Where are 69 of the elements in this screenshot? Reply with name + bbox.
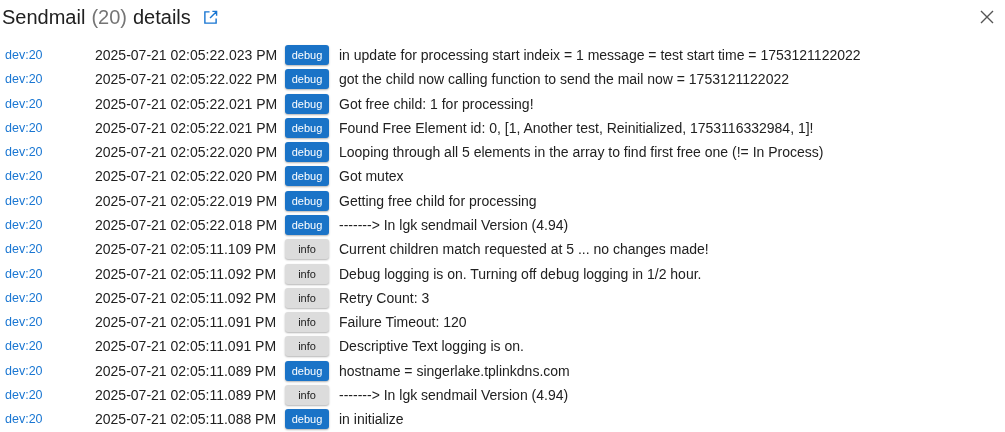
log-message: in update for processing start indeix = 1 message = test start time = 1753121122022 [339,47,861,64]
level-badge: info [285,287,329,308]
log-message: Failure Timeout: 120 [339,314,467,331]
timestamp: 2025-07-21 02:05:11.091 PM [95,338,278,355]
timestamp: 2025-07-21 02:05:11.092 PM [95,289,278,306]
level-badge: debug [285,45,329,66]
device-link[interactable]: dev:20 [0,339,95,354]
log-message: Looping through all 5 elements in the array to find first free one (!= In Process) [339,144,824,161]
level-badge: info [285,384,329,405]
log-message: got the child now calling function to send the mail now = 1753121122022 [339,71,789,88]
level-badge: debug [285,215,329,235]
device-link[interactable]: dev:20 [0,266,95,281]
log-message: Got free child: 1 for processing! [339,95,534,112]
level-badge: debug [285,190,329,211]
level-badge: info [285,312,329,333]
device-link[interactable]: dev:20 [0,315,95,330]
level-badge: debug [285,166,329,187]
timestamp: 2025-07-21 02:05:22.020 PM [95,168,279,185]
log-message: Descriptive Text logging is on. [339,338,524,355]
device-link[interactable]: dev:20 [0,387,95,402]
log-message: Getting free child for processing [339,192,537,209]
timestamp: 2025-07-21 02:05:11.092 PM [95,265,278,282]
timestamp: 2025-07-21 02:05:11.089 PM [95,386,278,403]
log-message: Current children match requested at 5 ... no changes made! [339,241,709,258]
log-message: -------> In lgk sendmail Version (4.94) [339,217,569,233]
device-link[interactable]: dev:20 [0,242,95,257]
level-badge: debug [285,69,329,90]
log-message: in initialize [339,411,404,428]
log-count: (20) [91,5,127,29]
level-badge: info [285,336,329,357]
level-badge: debug [285,93,329,114]
log-message: hostname = singerlake.tplinkdns.com [339,362,570,379]
timestamp: 2025-07-21 02:05:11.089 PM [95,362,278,379]
timestamp: 2025-07-21 02:05:11.091 PM [95,314,278,331]
close-icon[interactable] [980,10,994,24]
timestamp: 2025-07-21 02:05:22.020 PM [95,144,279,161]
level-badge: info [285,239,329,260]
log-message: -------> In lgk sendmail Version (4.94) [339,386,569,403]
device-link[interactable]: dev:20 [0,96,95,111]
device-link[interactable]: dev:20 [0,412,95,427]
level-badge: debug [285,117,329,138]
log-message: Debug logging is on. Turning off debug logging in 1/2 hour. [339,265,702,282]
timestamp: 2025-07-21 02:05:22.021 PM [95,119,279,136]
dialog-title-suffix: details [132,5,191,29]
device-link[interactable]: dev:20 [0,363,95,378]
device-link[interactable]: dev:20 [0,145,95,160]
timestamp: 2025-07-21 02:05:22.023 PM [95,47,279,64]
device-link[interactable]: dev:20 [0,290,95,305]
external-link-icon[interactable] [202,9,218,25]
log-message: Got mutex [339,168,404,185]
device-link[interactable]: dev:20 [0,48,95,63]
dialog-title: Sendmail [2,5,86,29]
log-message: Retry Count: 3 [339,289,430,306]
device-link[interactable]: dev:20 [0,72,95,87]
device-link[interactable]: dev:20 [0,169,95,184]
device-link[interactable]: dev:20 [0,120,95,135]
timestamp: 2025-07-21 02:05:22.019 PM [95,192,279,209]
timestamp: 2025-07-21 02:05:22.021 PM [95,95,279,112]
level-badge: debug [285,360,329,381]
level-badge: debug [285,409,329,430]
level-badge: debug [285,142,329,163]
log-message: Found Free Element id: 0, [1, Another test, Reinitialized, 1753116332984, 1]! [339,119,814,136]
timestamp: 2025-07-21 02:05:22.022 PM [95,71,279,88]
device-link[interactable]: dev:20 [0,218,95,232]
device-link[interactable]: dev:20 [0,193,95,208]
timestamp: 2025-07-21 02:05:11.109 PM [95,241,278,258]
timestamp: 2025-07-21 02:05:22.018 PM [95,217,279,233]
level-badge: info [285,263,329,284]
timestamp: 2025-07-21 02:05:11.088 PM [95,411,278,428]
